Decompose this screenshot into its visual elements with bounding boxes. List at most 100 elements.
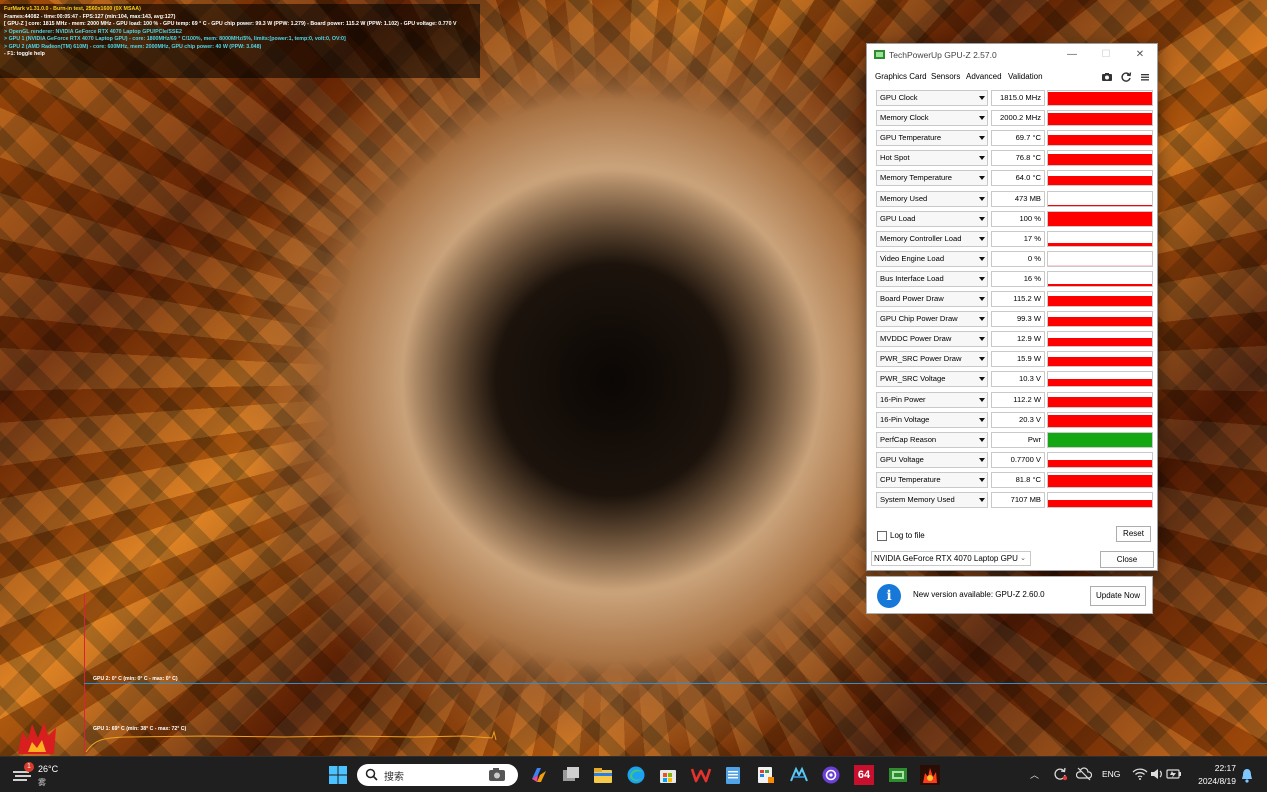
sensor-value: 76.8 °C (991, 150, 1045, 167)
sync-icon[interactable] (1052, 766, 1068, 782)
notification-bell-icon[interactable] (1240, 767, 1254, 783)
close-button[interactable]: Close (1100, 551, 1154, 568)
sensor-name-dropdown[interactable]: PWR_SRC Power Draw (876, 351, 988, 368)
dropdown-arrow-icon (979, 276, 985, 281)
tab-graphics-card[interactable]: Graphics Card (875, 72, 927, 81)
edge-icon[interactable] (626, 765, 646, 785)
sensor-graph-fill (1048, 295, 1152, 306)
sensor-graph (1047, 110, 1153, 127)
sensor-name-dropdown[interactable]: Video Engine Load (876, 250, 988, 267)
sensor-value: 69.7 °C (991, 130, 1045, 147)
file-explorer-icon[interactable] (593, 765, 613, 785)
taskbar-clock-time[interactable]: 22:17 (1212, 763, 1236, 773)
sensor-name-dropdown[interactable]: GPU Clock (876, 90, 988, 106)
xmind-icon[interactable] (789, 765, 809, 785)
sensor-name-dropdown[interactable]: Hot Spot (876, 150, 988, 167)
sensor-name-dropdown[interactable]: System Memory Used (876, 492, 988, 508)
reset-button[interactable]: Reset (1116, 526, 1151, 542)
sensor-name-dropdown[interactable]: GPU Load (876, 210, 988, 227)
sensor-name-label: PWR_SRC Power Draw (880, 354, 962, 364)
sensor-graph-fill (1048, 337, 1152, 347)
paint-icon[interactable] (756, 765, 776, 785)
furmark-overlay-line: > OpenGL renderer: NVIDIA GeForce RTX 40… (4, 28, 182, 35)
sensor-name-label: 16-Pin Power (880, 394, 926, 404)
weather-widget[interactable]: 1 26°C 雾 (10, 762, 80, 790)
tab-sensors[interactable]: Sensors (931, 72, 960, 81)
gpuz-taskbar-icon[interactable] (888, 765, 908, 785)
dropdown-arrow-icon (979, 236, 985, 241)
sensor-graph-fill (1048, 415, 1152, 427)
dropdown-arrow-icon (979, 457, 985, 462)
sensor-graph-fill (1048, 316, 1152, 327)
wifi-icon[interactable] (1132, 766, 1148, 782)
tray-overflow-chevron-icon[interactable]: ︿ (1030, 768, 1039, 781)
task-view-icon[interactable] (561, 765, 581, 785)
close-window-button[interactable]: ✕ (1125, 47, 1155, 63)
camera-icon[interactable] (1101, 71, 1113, 83)
log-to-file-checkbox[interactable] (877, 531, 887, 541)
dropdown-arrow-icon (979, 477, 985, 482)
minimize-button[interactable]: — (1057, 47, 1087, 63)
sensor-name-label: GPU Voltage (880, 454, 924, 464)
update-now-button[interactable]: Update Now (1090, 586, 1146, 606)
sensor-name-dropdown[interactable]: Memory Clock (876, 110, 988, 127)
sensor-graph (1047, 150, 1153, 167)
furmark-taskbar-icon[interactable] (920, 765, 940, 785)
sensor-name-dropdown[interactable]: GPU Temperature (876, 130, 988, 147)
sensor-graph (1047, 431, 1153, 448)
sensor-name-dropdown[interactable]: 16-Pin Power (876, 391, 988, 408)
onedrive-offline-icon[interactable] (1076, 766, 1092, 782)
log-to-file-label: Log to file (890, 531, 925, 540)
menu-icon[interactable] (1139, 71, 1151, 83)
sensor-graph-fill (1048, 112, 1152, 126)
copilot-icon[interactable] (529, 765, 549, 785)
dropdown-arrow-icon (979, 437, 985, 442)
windows-taskbar: 1 26°C 雾 搜索 64 ︿ ENG 22:17 2024/8/19 (0, 756, 1267, 792)
sensor-graph-fill (1048, 135, 1152, 146)
sensor-graph (1047, 291, 1153, 307)
sensor-row: GPU Temperature 69.7 °C (873, 128, 1153, 148)
sensor-name-dropdown[interactable]: Memory Used (876, 190, 988, 207)
sensor-name-dropdown[interactable]: GPU Chip Power Draw (876, 311, 988, 328)
sensor-name-dropdown[interactable]: PWR_SRC Voltage (876, 371, 988, 388)
store-icon[interactable] (658, 765, 678, 785)
sensor-row: Board Power Draw 115.2 W (873, 289, 1153, 309)
sensor-graph (1047, 130, 1153, 147)
vpn-icon[interactable] (821, 765, 841, 785)
refresh-icon[interactable] (1120, 71, 1132, 83)
gpu1-temp-curve (85, 730, 497, 753)
sensor-row: CPU Temperature 81.8 °C (873, 470, 1153, 490)
gpuz-titlebar[interactable]: TechPowerUp GPU-Z 2.57.0 — ☐ ✕ (867, 44, 1157, 66)
sensor-name-dropdown[interactable]: Bus Interface Load (876, 270, 988, 287)
dropdown-arrow-icon (979, 176, 985, 181)
maximize-button[interactable]: ☐ (1091, 47, 1121, 63)
sensor-name-dropdown[interactable]: MVDDC Power Draw (876, 331, 988, 348)
search-highlight-icon (489, 768, 505, 781)
sensor-name-label: System Memory Used (880, 495, 955, 504)
sensor-name-dropdown[interactable]: Memory Controller Load (876, 230, 988, 247)
taskbar-clock-date[interactable]: 2024/8/19 (1190, 776, 1236, 786)
sensor-graph (1047, 391, 1153, 408)
sensor-name-dropdown[interactable]: PerfCap Reason (876, 431, 988, 448)
sensor-name-dropdown[interactable]: Board Power Draw (876, 291, 988, 307)
notepad-icon[interactable] (723, 765, 743, 785)
taskbar-search-box[interactable]: 搜索 (357, 764, 518, 786)
battery-charging-icon[interactable] (1166, 766, 1182, 782)
sensor-name-dropdown[interactable]: Memory Temperature (876, 170, 988, 187)
tab-validation[interactable]: Validation (1008, 72, 1043, 81)
windows-start-icon[interactable] (329, 766, 347, 784)
aida64-icon[interactable]: 64 (854, 765, 874, 785)
gpu-selector-dropdown[interactable]: NVIDIA GeForce RTX 4070 Laptop GPU ⌄ (871, 551, 1031, 566)
sensor-name-dropdown[interactable]: CPU Temperature (876, 471, 988, 488)
sensor-value: 64.0 °C (991, 170, 1045, 187)
wps-icon[interactable] (691, 765, 711, 785)
volume-icon[interactable] (1149, 766, 1165, 782)
sensor-row: System Memory Used 7107 MB (873, 490, 1153, 510)
sensor-graph (1047, 170, 1153, 187)
sensor-value: 20.3 V (991, 411, 1045, 428)
input-language-indicator[interactable]: ENG (1102, 769, 1120, 779)
sensor-name-dropdown[interactable]: 16-Pin Voltage (876, 411, 988, 428)
sensor-name-dropdown[interactable]: GPU Voltage (876, 451, 988, 468)
gpuz-app-icon (874, 50, 885, 59)
tab-advanced[interactable]: Advanced (966, 72, 1002, 81)
